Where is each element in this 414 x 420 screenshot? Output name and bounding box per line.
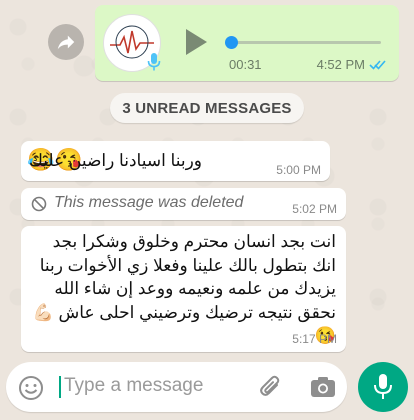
audio-progress-slider[interactable]	[225, 36, 381, 49]
message-text: انت بجد انسان محترم وخلوق وشكرا بجد انك …	[32, 232, 336, 345]
unread-messages-banner: 3 UNREAD MESSAGES	[110, 93, 304, 123]
forward-icon	[57, 35, 75, 50]
text-cursor	[59, 376, 61, 398]
progress-knob[interactable]	[225, 36, 238, 49]
message-time: 5:02 PM	[292, 202, 337, 216]
voice-timestamp: 4:52 PM	[317, 57, 387, 72]
message-time: 5:00 PM	[276, 163, 321, 177]
voice-time-text: 4:52 PM	[316, 57, 365, 72]
deleted-icon	[31, 196, 47, 212]
message-time: 5:17 PM	[292, 332, 337, 346]
play-button[interactable]	[183, 27, 209, 62]
microphone-icon	[147, 53, 161, 76]
message-input-bar: Type a message	[6, 362, 347, 412]
voice-message-bubble[interactable]: 00:31 4:52 PM	[95, 5, 399, 81]
microphone-icon	[374, 374, 392, 399]
play-icon	[186, 29, 207, 55]
voice-record-button[interactable]	[358, 362, 408, 412]
double-check-icon	[369, 60, 386, 70]
forward-button[interactable]	[48, 24, 84, 60]
attach-button[interactable]	[258, 374, 284, 405]
deleted-message[interactable]: This message was deleted 5:02 PM	[21, 188, 346, 220]
incoming-message[interactable]: انت بجد انسان محترم وخلوق وشكرا بجد انك …	[21, 226, 346, 352]
camera-icon	[311, 377, 335, 397]
incoming-message[interactable]: 😂😘 وربنا اسيادنا راضين عليك 5:00 PM	[21, 141, 330, 181]
message-input[interactable]: Type a message	[64, 375, 203, 397]
message-text: This message was deleted	[54, 194, 244, 211]
attach-icon	[260, 375, 280, 396]
message-text: وربنا اسيادنا راضين عليك	[28, 151, 202, 170]
camera-button[interactable]	[310, 375, 336, 404]
emoji-button[interactable]	[18, 375, 44, 406]
voice-duration: 00:31	[229, 57, 262, 72]
emoji-icon	[19, 376, 43, 400]
